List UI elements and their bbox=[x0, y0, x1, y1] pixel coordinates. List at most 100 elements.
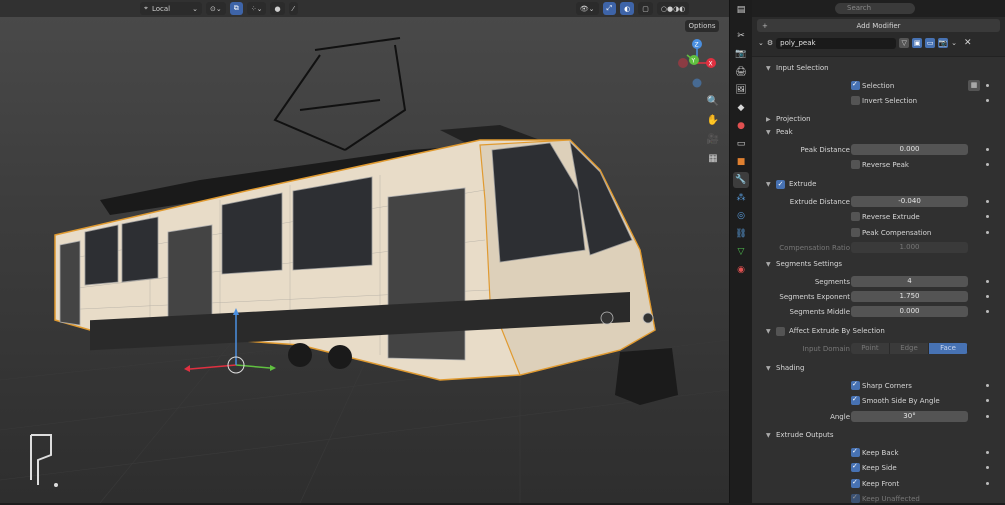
snap-target-button[interactable]: ⁘⌄ bbox=[246, 2, 267, 15]
output-tab-icon[interactable]: 🖨 bbox=[733, 64, 749, 80]
physics-tab-icon[interactable]: ◎ bbox=[733, 208, 749, 224]
keyframe-dot[interactable] bbox=[986, 215, 989, 218]
view-layer-tab-icon[interactable]: 🖼 bbox=[733, 82, 749, 98]
smooth-side-checkbox[interactable] bbox=[851, 395, 860, 405]
keyframe-dot[interactable] bbox=[986, 295, 989, 298]
keyframe-dot[interactable] bbox=[986, 280, 989, 283]
3d-viewport[interactable]: Z Y X ⌖ Local ⌄ ⊙⌄ ⧉ ⁘⌄ ● ⁄ 👁⌄ ⤢ ◐ ▢ ○●◑… bbox=[0, 0, 729, 503]
keyframe-dot[interactable] bbox=[986, 163, 989, 166]
row-reverse-peak: Reverse Peak bbox=[752, 159, 1005, 171]
segments-field[interactable]: 4 bbox=[851, 276, 968, 287]
constraints-tab-icon[interactable]: ⛓ bbox=[733, 226, 749, 242]
snap-toggle-button[interactable]: ⧉ bbox=[229, 2, 243, 15]
particles-tab-icon[interactable]: ⁂ bbox=[733, 190, 749, 206]
modifier-body: ▼ Input Selection Selection ▦ Invert Sele… bbox=[752, 56, 1005, 503]
keyframe-dot[interactable] bbox=[986, 310, 989, 313]
section-segments-settings[interactable]: ▼ Segments Settings bbox=[766, 258, 842, 270]
keyframe-dot[interactable] bbox=[986, 384, 989, 387]
row-keep-unaffected: Keep Unaffected bbox=[752, 493, 1005, 505]
keyframe-dot[interactable] bbox=[986, 482, 989, 485]
options-dropdown[interactable]: Options bbox=[685, 20, 719, 32]
render-display-icon[interactable]: 📷 bbox=[938, 38, 949, 48]
close-icon[interactable]: ✕ bbox=[964, 38, 972, 48]
camera-icon[interactable]: 🎥 bbox=[705, 131, 721, 147]
section-input-selection[interactable]: ▼ Input Selection bbox=[766, 62, 829, 74]
section-projection[interactable]: ▶ Projection bbox=[766, 113, 811, 125]
keyframe-dot[interactable] bbox=[986, 99, 989, 102]
keep-side-checkbox[interactable] bbox=[851, 462, 860, 472]
keyframe-dot[interactable] bbox=[986, 451, 989, 454]
section-shading[interactable]: ▼ Shading bbox=[766, 362, 804, 374]
cage-icon[interactable]: ▣ bbox=[912, 38, 923, 48]
viewport-header: ⌖ Local ⌄ ⊙⌄ ⧉ ⁘⌄ ● ⁄ 👁⌄ ⤢ ◐ ▢ ○●◑◐ bbox=[0, 0, 729, 17]
grid-view-icon[interactable]: ▦ bbox=[705, 150, 721, 166]
transform-orientation-dropdown[interactable]: ⌖ Local ⌄ bbox=[140, 2, 202, 15]
pivot-point-button[interactable]: ⊙⌄ bbox=[206, 2, 226, 15]
keep-front-checkbox[interactable] bbox=[851, 478, 860, 488]
selection-checkbox[interactable] bbox=[851, 80, 860, 90]
material-tab-icon[interactable]: ◉ bbox=[733, 262, 749, 278]
render-tab-icon[interactable]: 📷 bbox=[733, 46, 749, 62]
edit-mode-icon[interactable]: ▽ bbox=[899, 38, 910, 48]
gizmo-toggle-button[interactable]: ⤢ bbox=[602, 2, 617, 15]
keyframe-dot[interactable] bbox=[986, 200, 989, 203]
collection-tab-icon[interactable]: ▭ bbox=[733, 136, 749, 152]
input-domain-selector[interactable]: Point Edge Face bbox=[851, 343, 968, 354]
zoom-icon[interactable]: 🔍 bbox=[705, 93, 721, 109]
proportional-edit-button[interactable]: ● bbox=[270, 2, 285, 15]
keyframe-dot[interactable] bbox=[986, 399, 989, 402]
sharp-corners-checkbox[interactable] bbox=[851, 380, 860, 390]
keep-side-label: Keep Side bbox=[862, 464, 897, 472]
falloff-button[interactable]: ⁄ bbox=[288, 2, 298, 15]
keyframe-dot[interactable] bbox=[986, 84, 989, 87]
input-domain-face[interactable]: Face bbox=[929, 343, 968, 354]
pan-hand-icon[interactable]: ✋ bbox=[705, 112, 721, 128]
keyframe-dot[interactable] bbox=[986, 148, 989, 151]
dropdown-chevron-icon[interactable]: ⌄ bbox=[951, 39, 957, 47]
keyframe-dot[interactable] bbox=[986, 231, 989, 234]
keyframe-dot[interactable] bbox=[986, 415, 989, 418]
expanded-icon: ▼ bbox=[766, 431, 771, 439]
input-domain-edge[interactable]: Edge bbox=[890, 343, 929, 354]
add-modifier-button[interactable]: + Add Modifier bbox=[757, 19, 1000, 32]
peak-distance-field[interactable]: 0.000 bbox=[851, 144, 968, 155]
search-input[interactable]: Search bbox=[835, 3, 915, 14]
section-peak[interactable]: ▼ Peak bbox=[766, 126, 793, 138]
editor-type-icon[interactable]: ▤ bbox=[733, 2, 749, 18]
keep-unaffected-checkbox[interactable] bbox=[851, 493, 860, 503]
viewport-display-icon[interactable]: ▭ bbox=[925, 38, 936, 48]
section-affect-extrude[interactable]: ▼ Affect Extrude By Selection bbox=[766, 325, 885, 337]
object-tab-icon[interactable]: ■ bbox=[733, 154, 749, 170]
reverse-extrude-checkbox[interactable] bbox=[851, 212, 860, 221]
reverse-peak-checkbox[interactable] bbox=[851, 160, 860, 169]
peak-compensation-label: Peak Compensation bbox=[862, 229, 932, 237]
angle-field[interactable]: 30° bbox=[851, 411, 968, 422]
segments-middle-field[interactable]: 0.000 bbox=[851, 306, 968, 317]
overlay-toggle-button[interactable]: ◐ bbox=[620, 2, 635, 15]
extrude-checkbox[interactable]: ✓ bbox=[776, 179, 785, 189]
visibility-button[interactable]: 👁⌄ bbox=[575, 2, 599, 15]
properties-tabs: ▤ ✂ 📷 🖨 🖼 ◆ ● ▭ ■ 🔧 ⁂ ◎ ⛓ ▽ ◉ bbox=[729, 0, 751, 503]
world-tab-icon[interactable]: ● bbox=[733, 118, 749, 134]
keep-back-checkbox[interactable] bbox=[851, 447, 860, 457]
section-extrude-outputs[interactable]: ▼ Extrude Outputs bbox=[766, 429, 834, 441]
xray-toggle-button[interactable]: ▢ bbox=[638, 2, 653, 15]
shading-mode-buttons[interactable]: ○●◑◐ bbox=[656, 2, 690, 15]
attribute-toggle-icon[interactable]: ▦ bbox=[968, 80, 980, 91]
scene-tab-icon[interactable]: ◆ bbox=[733, 100, 749, 116]
affect-extrude-checkbox[interactable] bbox=[776, 326, 785, 336]
peak-compensation-checkbox[interactable] bbox=[851, 228, 860, 237]
tool-tab-icon[interactable]: ✂ bbox=[733, 28, 749, 44]
collapse-chevron-icon[interactable]: ⌄ bbox=[758, 39, 764, 47]
input-domain-point[interactable]: Point bbox=[851, 343, 890, 354]
segments-exponent-field[interactable]: 1.750 bbox=[851, 291, 968, 302]
data-tab-icon[interactable]: ▽ bbox=[733, 244, 749, 260]
modifier-tab-icon[interactable]: 🔧 bbox=[733, 172, 749, 188]
extrude-distance-field[interactable]: -0.040 bbox=[851, 196, 968, 207]
properties-panel: ⌕ Search + Add Modifier ⌄ ⚙ poly_peak ▽ … bbox=[752, 0, 1005, 503]
invert-selection-checkbox[interactable] bbox=[851, 96, 860, 105]
section-extrude[interactable]: ▼ ✓ Extrude bbox=[766, 178, 816, 190]
keyframe-dot[interactable] bbox=[986, 466, 989, 469]
compensation-ratio-field[interactable]: 1.000 bbox=[851, 242, 968, 253]
modifier-name-field[interactable]: poly_peak bbox=[776, 37, 897, 49]
